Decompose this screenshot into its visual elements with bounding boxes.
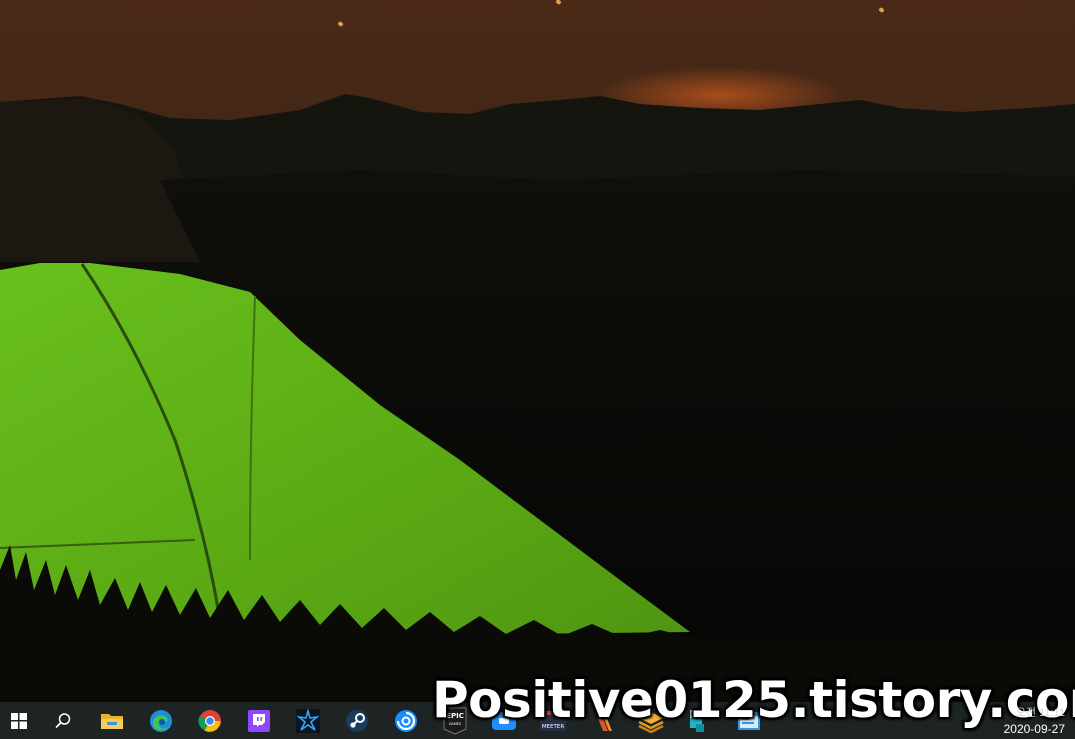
- twitch-icon: [247, 709, 270, 732]
- taskbar-battlenet[interactable]: [283, 702, 332, 739]
- start-button[interactable]: [0, 702, 38, 739]
- search-icon: [54, 712, 70, 728]
- taskbar-edge[interactable]: [136, 702, 185, 739]
- folder-icon: [100, 713, 123, 729]
- watermark-text: Positive0125.tistory.com: [432, 671, 1075, 729]
- desktop-wallpaper: [0, 0, 1075, 702]
- search-button[interactable]: [38, 702, 87, 739]
- windows-logo-icon: [11, 712, 27, 729]
- taskbar-steam[interactable]: [332, 702, 381, 739]
- taskbar-chrome[interactable]: [185, 702, 234, 739]
- chrome-icon: [197, 709, 221, 732]
- taskbar-uplay[interactable]: [381, 702, 430, 739]
- battlenet-icon: [295, 708, 320, 733]
- clock-date: 2020-09-27: [1003, 722, 1065, 736]
- system-tray-clock[interactable]: 오전 11:11 2020-09-27: [987, 702, 1067, 739]
- clock-time: 오전 11:11: [1015, 707, 1065, 719]
- wallpaper-scene: [0, 94, 1075, 702]
- taskbar-twitch[interactable]: [234, 702, 283, 739]
- taskbar-file-explorer[interactable]: [87, 702, 136, 739]
- edge-icon: [149, 709, 172, 732]
- uplay-icon: [394, 709, 417, 732]
- steam-icon: [345, 709, 368, 732]
